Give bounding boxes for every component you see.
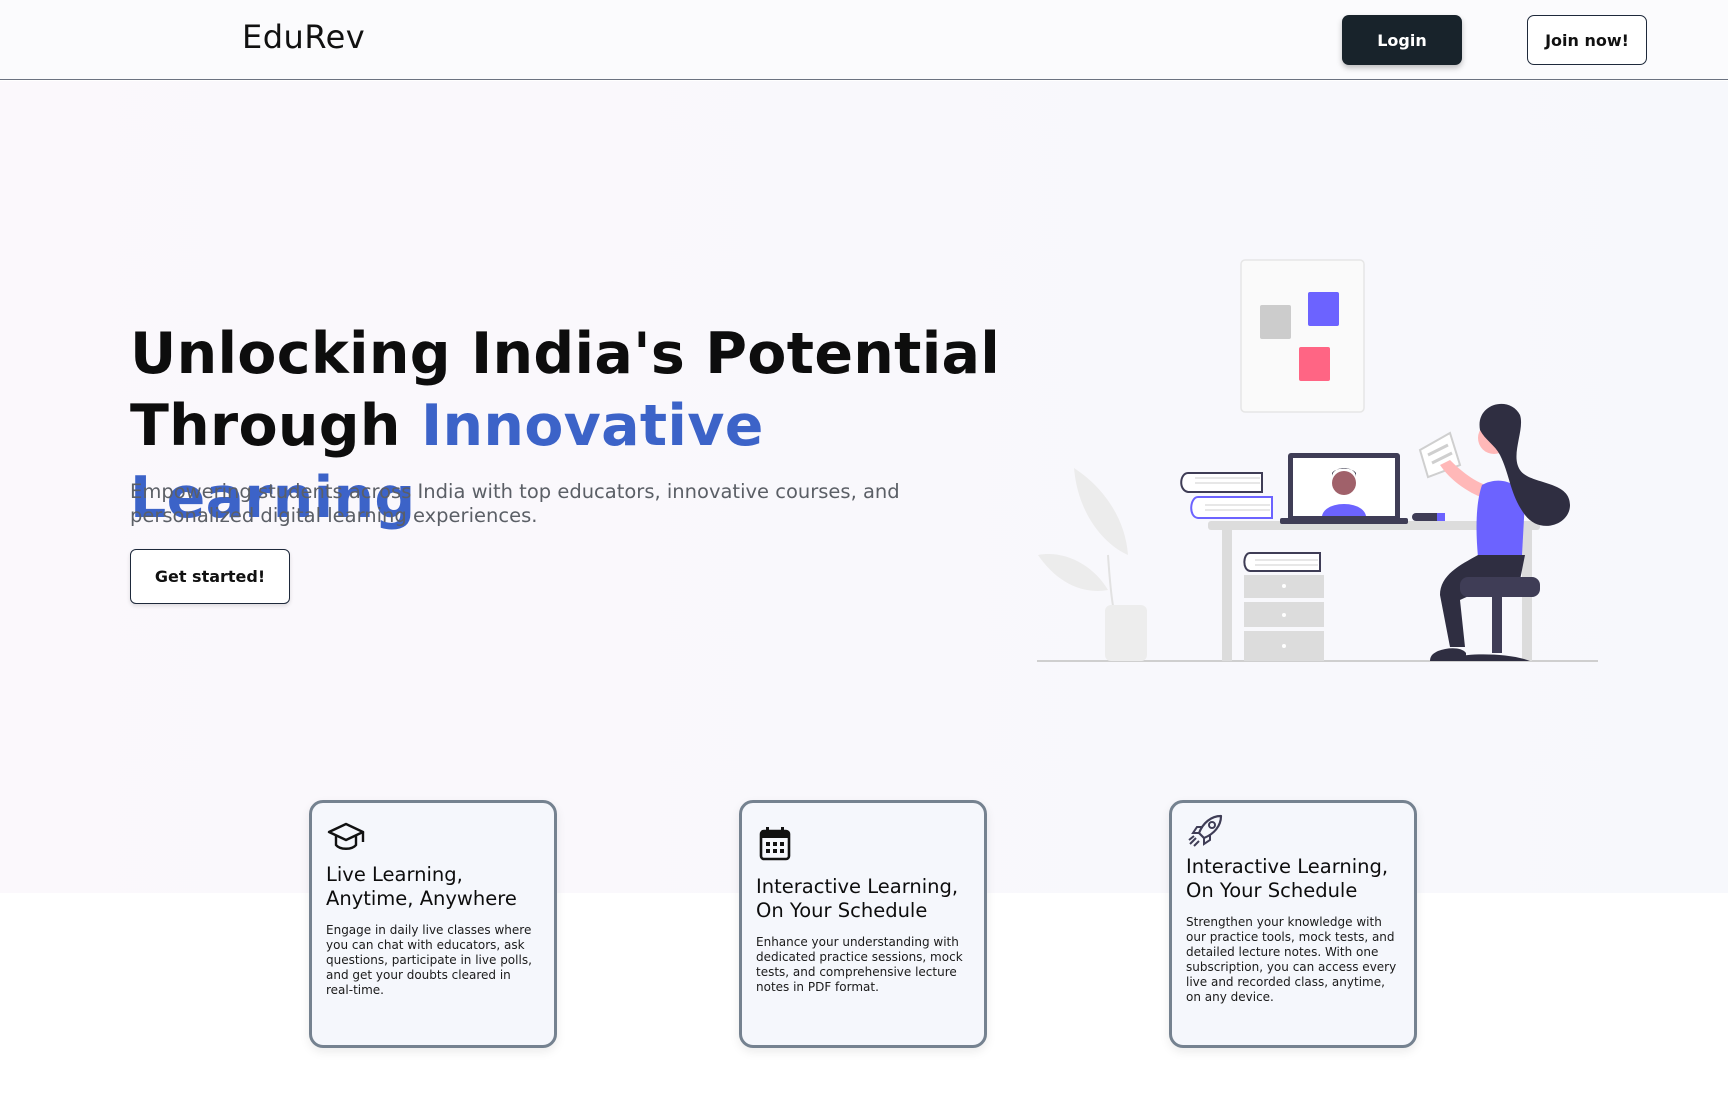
feature-title: Interactive Learning, On Your Schedule xyxy=(1186,855,1389,902)
feature-card-live-learning: Live Learning, Anytime, Anywhere Engage … xyxy=(309,800,557,1048)
top-nav: EduRev Login Join now! xyxy=(0,0,1728,80)
rocket-icon xyxy=(1188,814,1223,847)
hero-subtitle: Empowering students across India with to… xyxy=(130,480,900,527)
feature-title: Interactive Learning, On Your Schedule xyxy=(756,875,959,922)
laptop-icon xyxy=(1280,453,1408,524)
online-learning-illustration xyxy=(1037,259,1598,662)
brand-logo[interactable]: EduRev xyxy=(242,18,365,56)
graduation-cap-icon xyxy=(327,822,365,850)
feature-description: Engage in daily live classes where you c… xyxy=(326,923,532,997)
feature-description: Strengthen your knowledge with our pract… xyxy=(1186,915,1397,1004)
wall-frame-icon xyxy=(1240,259,1365,413)
plant-icon xyxy=(1038,468,1147,661)
login-button[interactable]: Login xyxy=(1342,15,1462,65)
feature-title: Live Learning, Anytime, Anywhere xyxy=(326,863,517,910)
feature-description: Enhance your understanding with dedicate… xyxy=(756,935,963,994)
calendar-icon xyxy=(759,827,791,861)
get-started-button[interactable]: Get started! xyxy=(130,549,290,604)
hero-title-line1: Unlocking India's Potential xyxy=(130,321,1001,387)
feature-card-practice-tools: Interactive Learning, On Your Schedule S… xyxy=(1169,800,1417,1048)
hero-title-line2: Through xyxy=(130,393,421,459)
person-icon xyxy=(1412,403,1570,661)
feature-card-interactive-learning: Interactive Learning, On Your Schedule E… xyxy=(739,800,987,1048)
join-now-button[interactable]: Join now! xyxy=(1527,15,1647,65)
